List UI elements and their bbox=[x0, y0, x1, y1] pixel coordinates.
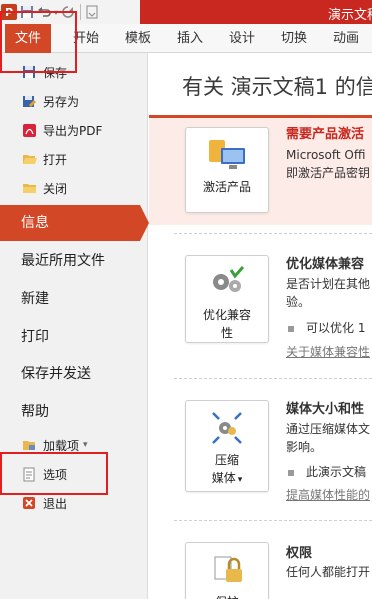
compress-bullet-text: 此演示文稿 bbox=[306, 465, 367, 479]
nav-help[interactable]: 帮助 bbox=[0, 394, 148, 430]
toolbar-separator bbox=[80, 4, 82, 20]
save-as-label: 另存为 bbox=[43, 94, 80, 109]
nav-recent[interactable]: 最近所用文件 bbox=[0, 243, 148, 279]
protect-button[interactable]: 保护 bbox=[185, 542, 269, 599]
window-title: 演示文稿 bbox=[328, 8, 372, 23]
optimize-compat-icon bbox=[207, 266, 247, 302]
section-divider bbox=[174, 520, 372, 521]
compress-media-label-1: 压缩 bbox=[214, 453, 239, 467]
compat-link[interactable]: 关于媒体兼容性 bbox=[286, 343, 370, 360]
addins-label: 加载项 bbox=[43, 438, 80, 453]
compat-bullet-text: 可以优化 1 bbox=[306, 321, 366, 335]
tab-template[interactable]: 模板 bbox=[125, 24, 151, 53]
highlight-file-tab bbox=[0, 11, 77, 73]
activation-text-1: Microsoft Offi bbox=[286, 148, 366, 162]
export-pdf-label: 导出为PDF bbox=[43, 123, 103, 138]
backstage-sidebar: 保存 另存为 导出为PDF 打开 关闭 信息 最近所用文件 新建 打印 保存并发… bbox=[0, 53, 149, 599]
open-label: 打开 bbox=[43, 152, 68, 167]
permissions-text: 任何人都能打开 bbox=[286, 565, 371, 579]
page-title: 有关 演示文稿1 的信 bbox=[182, 75, 372, 99]
save-as-icon bbox=[21, 93, 37, 109]
chevron-down-icon: ▾ bbox=[83, 440, 88, 450]
activation-heading: 需要产品激活 bbox=[286, 127, 365, 142]
compress-media-label-2: 媒体 ▾ bbox=[211, 471, 243, 485]
compress-heading: 媒体大小和性 bbox=[286, 402, 365, 417]
highlight-options bbox=[0, 452, 108, 495]
tab-transitions[interactable]: 切换 bbox=[281, 24, 307, 53]
nav-save-send[interactable]: 保存并发送 bbox=[0, 356, 148, 392]
export-pdf-command[interactable]: 导出为PDF bbox=[0, 117, 148, 143]
exit-label: 退出 bbox=[43, 496, 68, 511]
activate-product-button[interactable]: 激活产品 bbox=[185, 127, 269, 213]
close-command[interactable]: 关闭 bbox=[0, 175, 148, 201]
compat-heading: 优化媒体兼容 bbox=[286, 257, 365, 272]
tab-design[interactable]: 设计 bbox=[229, 24, 255, 53]
section-divider bbox=[174, 378, 372, 379]
open-command[interactable]: 打开 bbox=[0, 146, 148, 172]
open-folder-icon bbox=[21, 151, 37, 167]
save-as-command[interactable]: 另存为 bbox=[0, 88, 148, 114]
chevron-down-icon: ▾ bbox=[237, 475, 243, 485]
nav-new[interactable]: 新建 bbox=[0, 281, 148, 317]
section-divider bbox=[174, 233, 372, 234]
compat-text-2: 验。 bbox=[286, 295, 311, 309]
info-panel: 有关 演示文稿1 的信 激活产品 需要产品激活 Microsoft Offi 即… bbox=[149, 53, 372, 599]
activate-product-label: 激活产品 bbox=[202, 180, 251, 194]
activate-product-icon bbox=[207, 138, 247, 174]
compress-media-icon bbox=[207, 411, 247, 447]
compress-text-1: 通过压缩媒体文 bbox=[286, 422, 371, 436]
compress-link[interactable]: 提高媒体性能的 bbox=[286, 486, 370, 503]
tab-insert[interactable]: 插入 bbox=[177, 24, 203, 53]
permissions-heading: 权限 bbox=[286, 546, 313, 561]
optimize-compat-label-2: 性 bbox=[220, 326, 233, 340]
compat-bullet: 可以优化 1 bbox=[288, 319, 365, 336]
activation-text-2: 即激活产品密钥 bbox=[286, 166, 371, 180]
nav-info-pointer bbox=[140, 205, 149, 241]
nav-print[interactable]: 打印 bbox=[0, 319, 148, 355]
compat-text-1: 是否计划在其他 bbox=[286, 277, 371, 291]
nav-info[interactable]: 信息 bbox=[0, 205, 149, 241]
bullet-icon bbox=[288, 469, 294, 476]
compress-media-button[interactable]: 压缩 媒体 ▾ bbox=[185, 400, 269, 492]
compress-text-2: 影响。 bbox=[286, 440, 323, 454]
optimize-compat-label-1: 优化兼容 bbox=[202, 308, 251, 322]
compress-bullet: 此演示文稿 bbox=[288, 463, 366, 480]
optimize-compat-button[interactable]: 优化兼容 性 bbox=[185, 255, 269, 343]
addins-icon bbox=[21, 437, 37, 453]
exit-icon bbox=[21, 495, 37, 511]
bullet-icon bbox=[288, 325, 294, 332]
nav-info-label: 信息 bbox=[21, 215, 49, 231]
close-label: 关闭 bbox=[43, 181, 68, 196]
protect-label: 保护 bbox=[186, 593, 268, 599]
tab-animations[interactable]: 动画 bbox=[333, 24, 359, 53]
close-folder-icon bbox=[21, 180, 37, 196]
customize-toolbar-icon[interactable] bbox=[86, 3, 98, 21]
pdf-icon bbox=[21, 122, 37, 138]
protect-lock-icon bbox=[207, 553, 247, 589]
